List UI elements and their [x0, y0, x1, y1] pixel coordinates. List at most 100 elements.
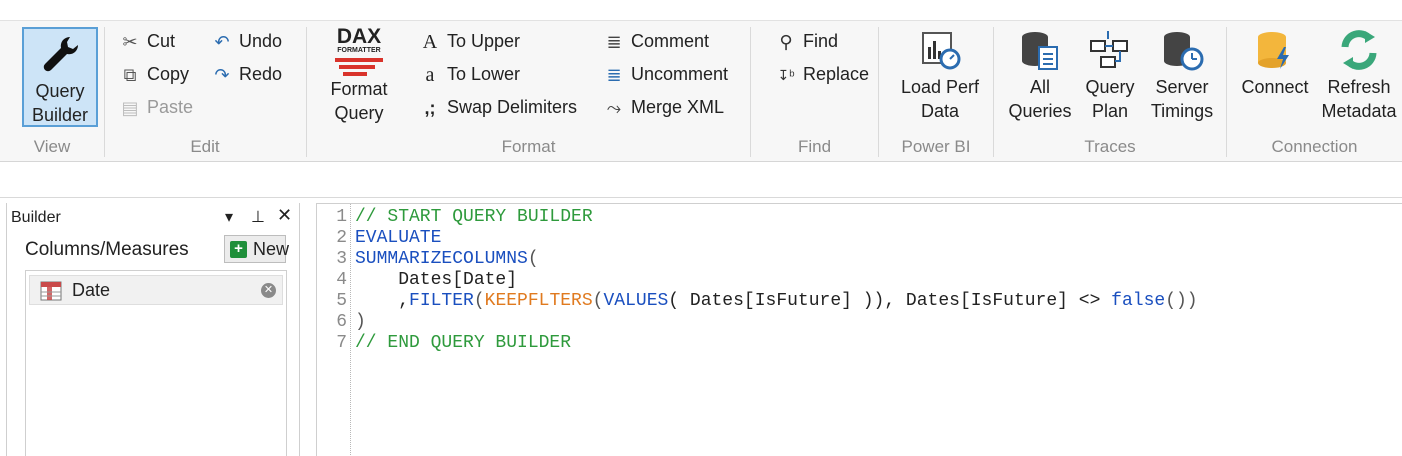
load-perf-data-button[interactable]: Load Perf Data: [896, 27, 984, 123]
code-token: Dates[Date]: [355, 270, 518, 290]
code-line[interactable]: 3 SUMMARIZECOLUMNS(: [317, 249, 539, 270]
format-group: DAX FORMATTER Format Query A To Upper a To…: [307, 21, 750, 163]
code-token: ): [355, 312, 366, 332]
columns-list: Date ✕: [25, 270, 287, 456]
comment-label: Comment: [631, 31, 710, 51]
new-measure-button[interactable]: + New: [224, 235, 290, 263]
code-line[interactable]: 6): [317, 312, 366, 333]
format-query-label: Format Query: [330, 79, 388, 123]
refresh-metadata-button[interactable]: Refresh Metadata: [1315, 27, 1402, 123]
swap-delimiters-button[interactable]: ,; Swap Delimiters: [419, 93, 578, 121]
dax-logo-text: DAX: [336, 25, 382, 48]
line-number: 7: [336, 333, 347, 353]
pin-icon[interactable]: ⊥: [251, 207, 265, 227]
code-token: // END QUERY BUILDER: [355, 333, 572, 353]
to-lower-button[interactable]: a To Lower: [419, 60, 521, 88]
code-token: ( Dates[IsFuture] )), Dates[IsFuture] <>: [668, 291, 1112, 311]
code-line[interactable]: 5 ,FILTER(KEEPFLTERS(VALUES( Dates[IsFut…: [317, 291, 1198, 312]
edit-group-label: Edit: [190, 137, 220, 156]
edit-group: ✂ Cut ⧉ Copy ▤ Paste ↶ Undo ↷ Redo Edit: [105, 21, 305, 163]
merge-xml-button[interactable]: ⤳ Merge XML: [603, 93, 724, 121]
uncomment-button[interactable]: ≣ Uncomment: [603, 60, 728, 88]
replace-label: Replace: [803, 64, 870, 84]
line-number: 4: [336, 270, 347, 290]
refresh-icon: [1341, 30, 1377, 70]
database-list-icon: [1022, 32, 1058, 70]
query-plan-icon: [1090, 31, 1128, 68]
ribbon-toolbar: Query Builder View ✂ Cut ⧉ Copy ▤ Paste ↶ Un…: [0, 20, 1402, 162]
merge-icon: ⤳: [606, 98, 622, 119]
code-token: (: [592, 291, 604, 311]
cut-button[interactable]: ✂ Cut: [119, 27, 175, 55]
close-icon[interactable]: ✕: [277, 205, 292, 226]
powerbi-group: Load Perf Data Power BI: [879, 21, 993, 163]
undo-button[interactable]: ↶ Undo: [211, 27, 282, 55]
code-token: ()): [1165, 291, 1198, 311]
refresh-metadata-label: Refresh Metadata: [1321, 77, 1397, 121]
table-column-icon: [40, 281, 62, 301]
all-queries-button[interactable]: All Queries: [1002, 27, 1078, 123]
lowercase-a-icon: a: [425, 64, 435, 87]
dax-formatter-icon: DAX FORMATTER: [329, 25, 389, 77]
builder-frame: Builder ▾ ⊥ ✕ Columns/Measures + New Dat…: [6, 203, 300, 456]
list-item[interactable]: Date ✕: [29, 275, 283, 305]
builder-title: Builder: [11, 209, 61, 226]
builder-panel: Builder ▾ ⊥ ✕ Columns/Measures + New Dat…: [0, 199, 306, 456]
replace-button[interactable]: ↧ᵇ Replace: [775, 60, 869, 88]
copy-button[interactable]: ⧉ Copy: [119, 60, 189, 88]
traces-group-label: Traces: [1084, 137, 1136, 156]
code-line[interactable]: 1 // START QUERY BUILDER: [317, 207, 593, 228]
find-group: ⚲ Find ↧ᵇ Replace Find: [751, 21, 878, 163]
plus-icon: +: [230, 241, 247, 258]
swap-delimiters-icon: ,;: [424, 98, 436, 119]
scissors-icon: ✂: [122, 32, 138, 53]
connect-button[interactable]: Connect: [1237, 27, 1313, 99]
code-token: ,: [355, 291, 410, 311]
line-number: 1: [336, 207, 347, 227]
to-lower-label: To Lower: [447, 64, 521, 84]
connection-group: Connect Refresh Metadata Connection: [1227, 21, 1402, 163]
query-builder-button[interactable]: Query Builder: [22, 27, 98, 127]
to-upper-button[interactable]: A To Upper: [419, 27, 520, 55]
query-builder-label: Query Builder: [31, 81, 89, 125]
redo-label: Redo: [239, 64, 283, 84]
code-line[interactable]: 4 Dates[Date]: [317, 270, 517, 291]
code-token: (: [527, 249, 539, 269]
code-token: FILTER: [409, 291, 474, 311]
copy-label: Copy: [147, 64, 190, 84]
find-label: Find: [803, 31, 839, 51]
line-number: 2: [336, 228, 347, 248]
database-connect-icon: [1258, 32, 1289, 69]
server-timings-label: Server Timings: [1150, 77, 1214, 121]
find-button[interactable]: ⚲ Find: [775, 27, 838, 55]
undo-icon: ↶: [214, 32, 230, 53]
line-number: 5: [336, 291, 347, 311]
view-group-label: View: [33, 137, 71, 156]
pane-menu-chevron-down-icon[interactable]: ▾: [225, 207, 233, 227]
clipboard-icon: ▤: [121, 98, 139, 119]
format-query-button[interactable]: DAX FORMATTER Format Query: [321, 25, 397, 125]
comment-button[interactable]: ≣ Comment: [603, 27, 709, 55]
new-measure-label: New: [253, 239, 290, 259]
ribbon-bottom-strip: [0, 162, 1402, 198]
performance-chart-icon: [922, 32, 961, 70]
line-number: 6: [336, 312, 347, 332]
paste-button[interactable]: ▤ Paste: [119, 93, 193, 121]
code-line[interactable]: 7 // END QUERY BUILDER: [317, 333, 571, 354]
connection-group-label: Connection: [1271, 137, 1358, 156]
list-item-label: Date: [72, 280, 111, 300]
code-token: // START QUERY BUILDER: [355, 207, 593, 227]
query-plan-button[interactable]: Query Plan: [1072, 27, 1148, 123]
replace-icon: ↧ᵇ: [777, 67, 795, 84]
load-perf-data-label: Load Perf Data: [900, 77, 980, 121]
redo-button[interactable]: ↷ Redo: [211, 60, 282, 88]
server-timings-button[interactable]: Server Timings: [1144, 27, 1220, 123]
code-line[interactable]: 2 EVALUATE: [317, 228, 441, 249]
comment-lines-icon: ≣: [606, 32, 622, 53]
remove-icon[interactable]: ✕: [261, 283, 276, 298]
merge-xml-label: Merge XML: [631, 97, 725, 117]
all-queries-label: All Queries: [1008, 77, 1072, 121]
find-group-label: Find: [797, 137, 832, 156]
query-editor[interactable]: 1 // START QUERY BUILDER 2 EVALUATE 3 SUMMARI…: [316, 203, 1402, 456]
code-token: false: [1111, 291, 1166, 311]
